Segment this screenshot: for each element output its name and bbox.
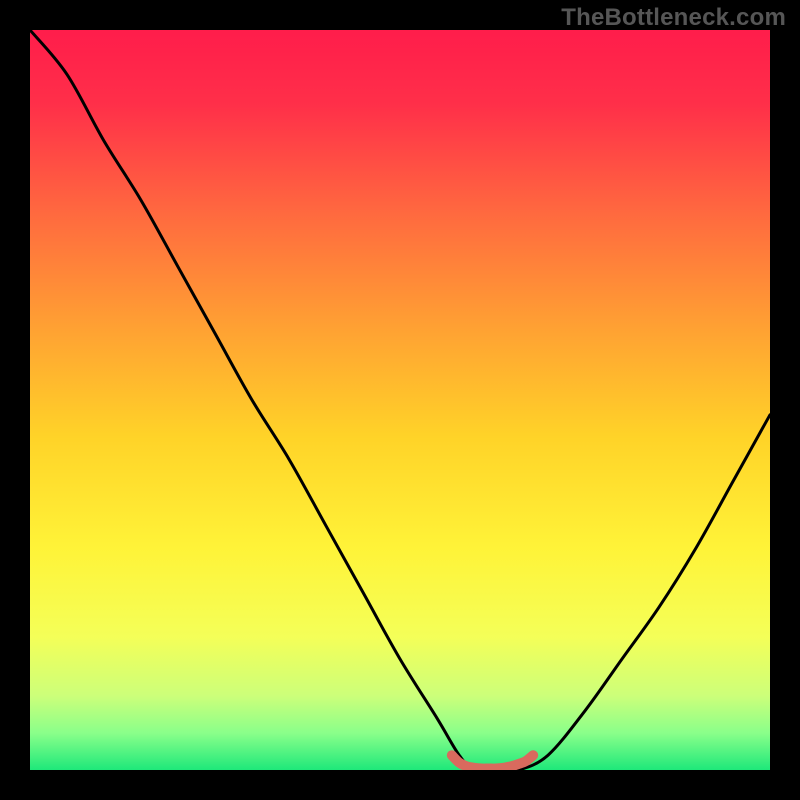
watermark-text: TheBottleneck.com: [561, 4, 786, 32]
optimal-zone-marker: [452, 755, 533, 768]
chart-frame: TheBottleneck.com: [0, 0, 800, 800]
curve-layer: [30, 30, 770, 770]
plot-area: [30, 30, 770, 770]
bottleneck-curve: [30, 30, 770, 770]
